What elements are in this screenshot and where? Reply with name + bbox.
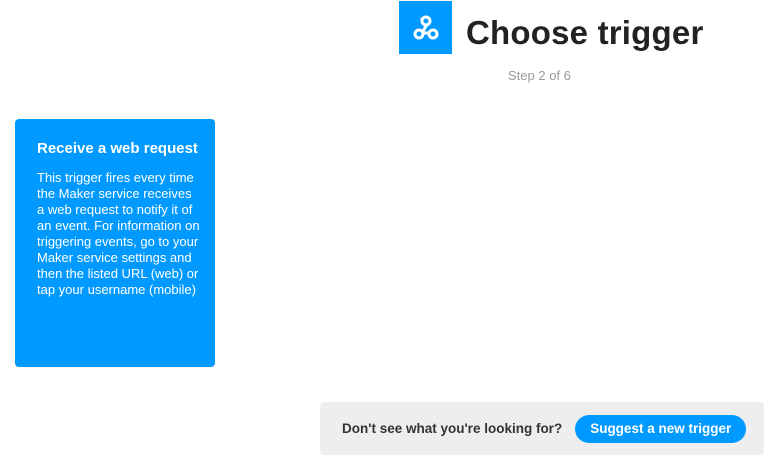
suggest-trigger-bar: Don't see what you're looking for? Sugge… (320, 402, 764, 455)
trigger-card-receive-web-request[interactable]: Receive a web request This trigger fires… (15, 119, 215, 367)
webhooks-service-logo (399, 1, 452, 54)
trigger-title: Receive a web request (37, 140, 198, 157)
webhooks-icon (413, 15, 438, 39)
step-indicator: Step 2 of 6 (508, 68, 571, 83)
suggest-prompt-text: Don't see what you're looking for? (342, 421, 563, 436)
choose-trigger-page: Choose trigger Step 2 of 6 Receive a web… (0, 0, 775, 456)
suggest-new-trigger-button[interactable]: Suggest a new trigger (575, 414, 747, 443)
page-title: Choose trigger (466, 14, 704, 51)
trigger-description: This trigger fires every time the Maker … (37, 170, 200, 297)
